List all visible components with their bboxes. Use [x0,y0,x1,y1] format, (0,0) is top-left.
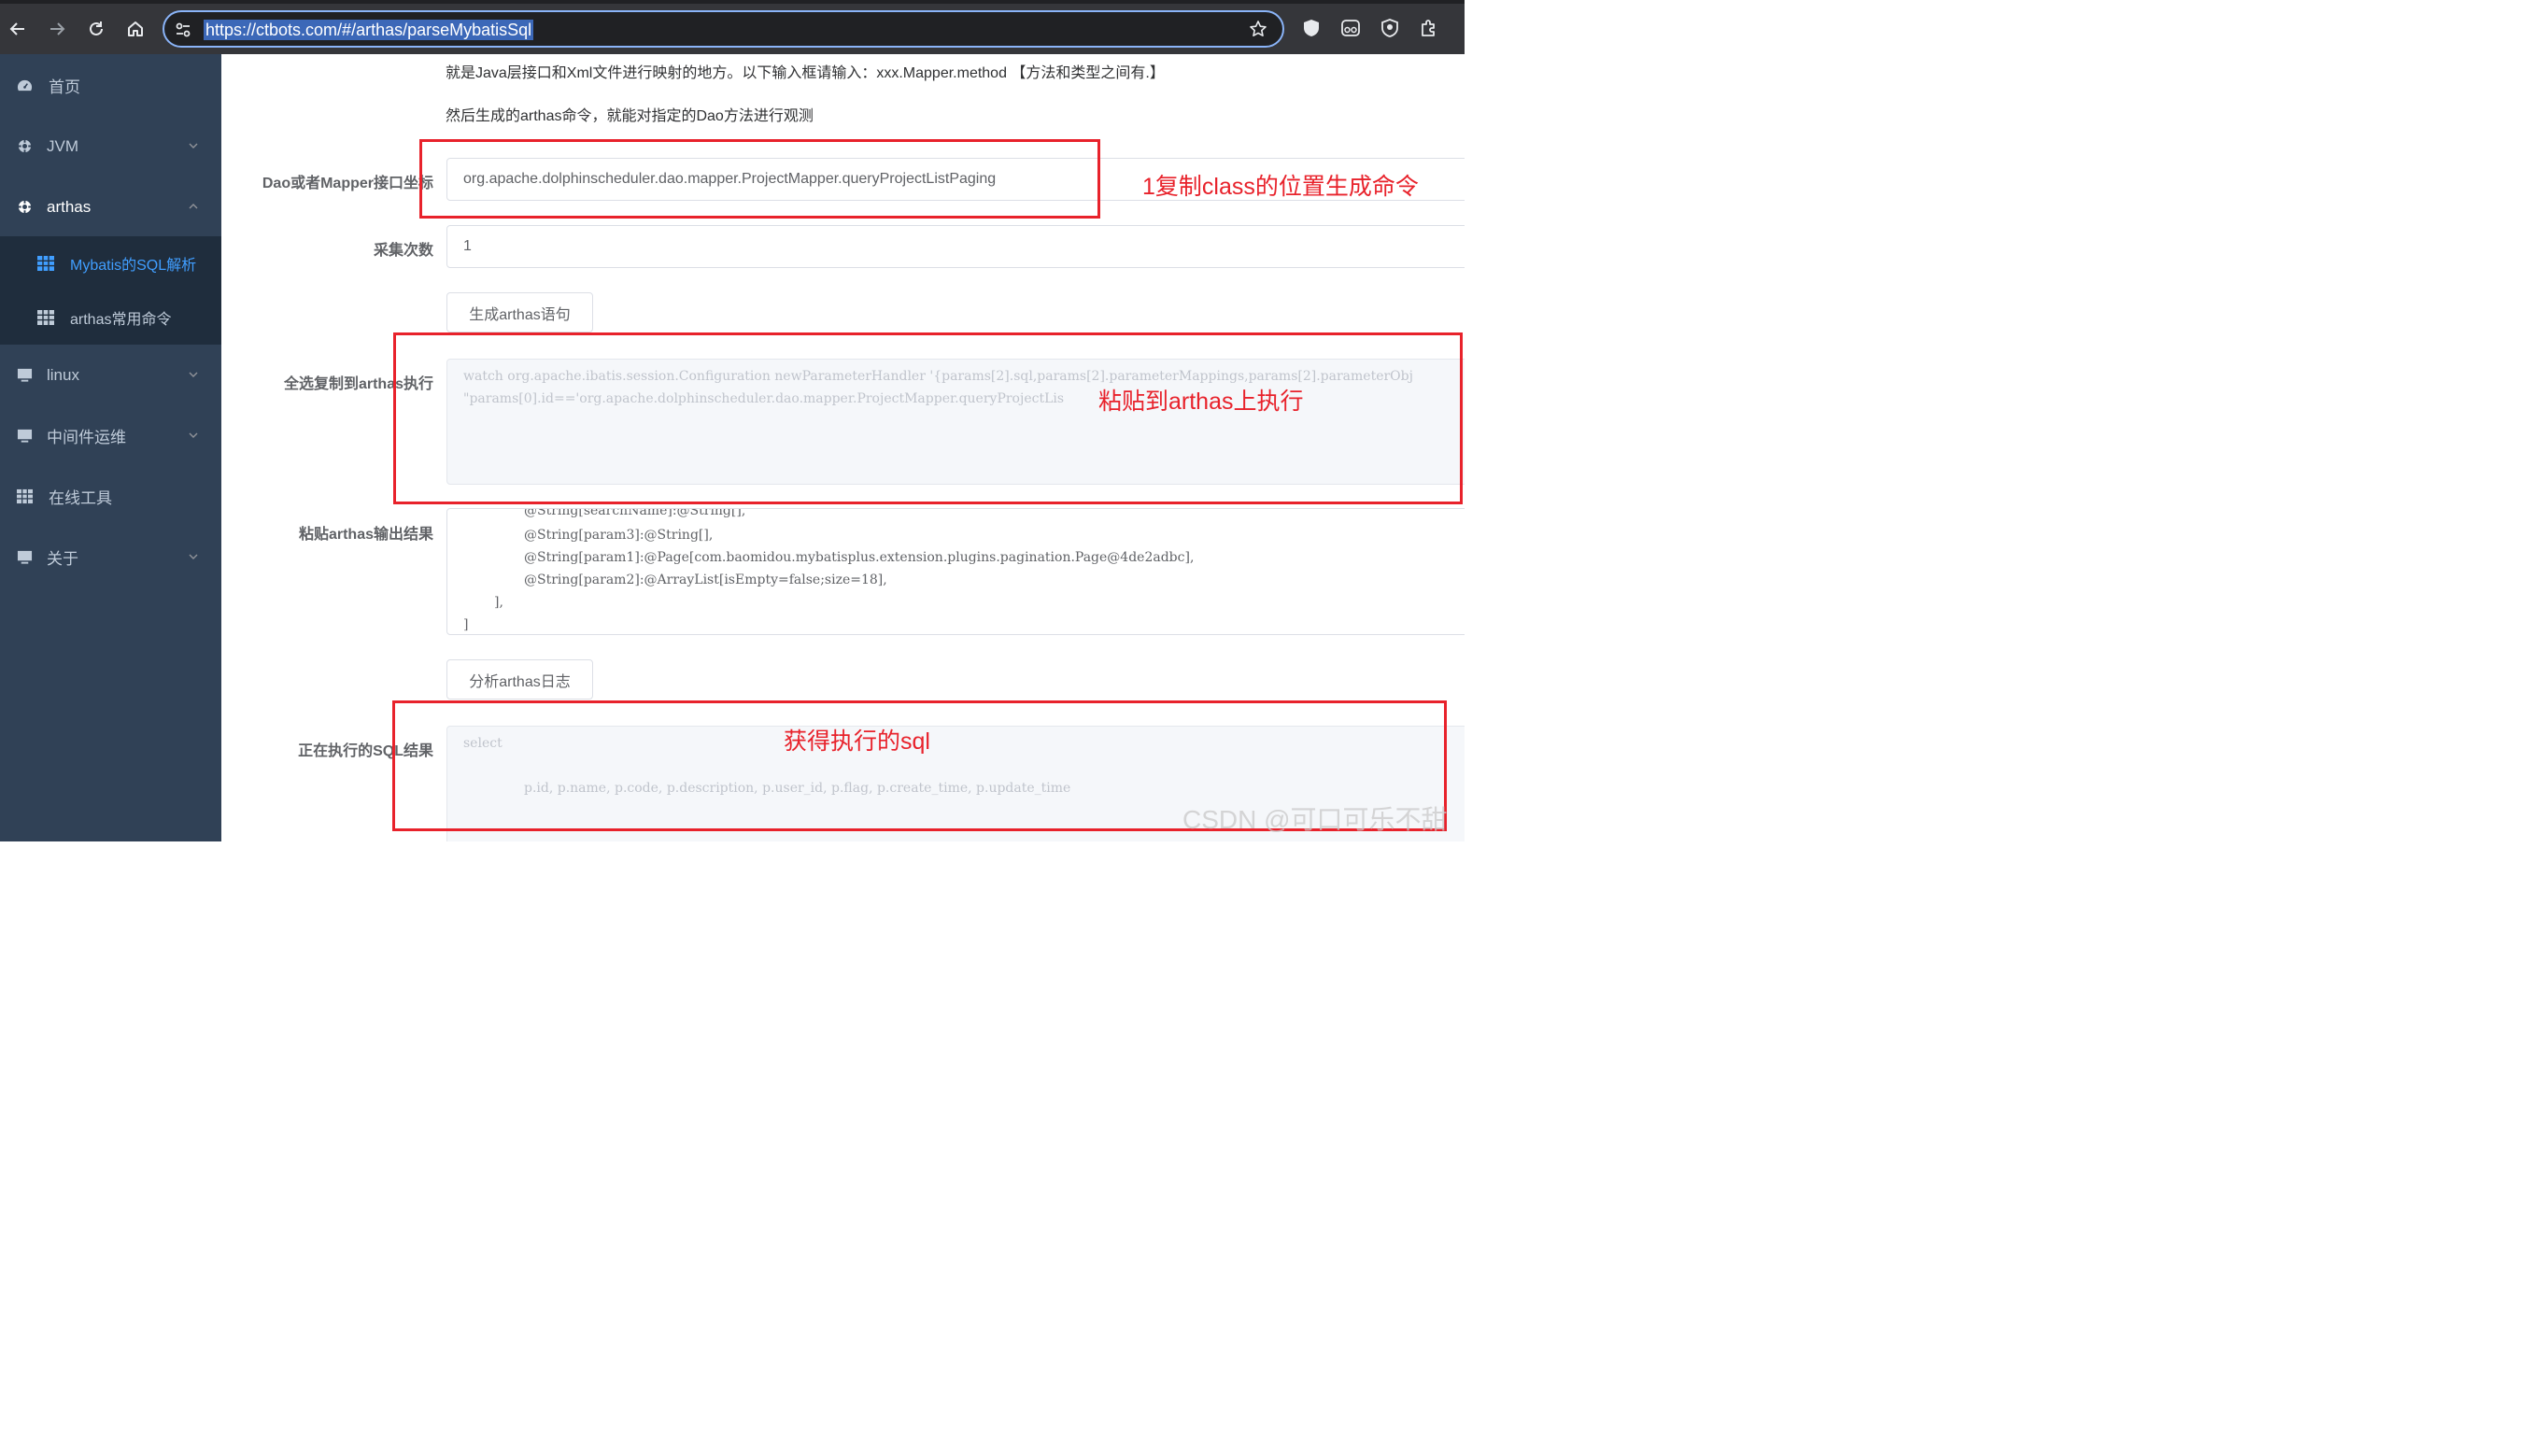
monitor-icon [17,367,33,383]
back-icon [9,22,24,35]
output-label: 粘贴arthas输出结果 [298,527,433,543]
sidebar-item-label: linux [47,365,79,384]
extension-badge-icon[interactable] [1380,18,1400,38]
annotation-note-1: 1复制class的位置生成命令 [1142,174,1419,200]
chevron-down-icon [189,372,198,377]
count-label: 采集次数 [373,243,433,259]
site-settings-icon[interactable] [174,21,192,39]
grid-icon [37,310,54,325]
output-line: ], [494,595,503,610]
sidebar-item-home[interactable]: 首页 [0,55,221,116]
sidebar-item-about[interactable]: 关于 [0,527,221,587]
forward-icon [50,22,65,35]
home-icon [128,21,143,36]
submenu-item-arthas-commands[interactable]: arthas常用命令 [0,290,221,345]
monitor-icon [17,428,33,444]
browser-toolbar: https://ctbots.com/#/arthas/parseMybatis… [0,0,1465,54]
output-line: @String[param2]:@ArrayList[isEmpty=false… [524,573,887,587]
grid-icon [17,488,33,504]
submenu-item-label: Mybatis的SQL解析 [70,258,197,274]
chevron-down-icon [189,432,198,438]
annotation-box-1 [419,139,1100,219]
submenu-item-mybatis-sql[interactable]: Mybatis的SQL解析 [0,236,221,290]
reload-button[interactable] [80,13,112,45]
description-line-2: 然后生成的arthas命令，就能对指定的Dao方法进行观测 [446,108,814,124]
output-line: @String[searchName]:@String[], [524,508,746,518]
dashboard-icon [17,78,33,93]
sidebar-item-online-tools[interactable]: 在线工具 [0,466,221,527]
chevron-down-icon [189,554,198,559]
sidebar-item-jvm[interactable]: JVM [0,116,221,177]
count-input[interactable]: 1 [446,225,1465,268]
bookmark-star-icon[interactable] [1249,20,1267,38]
grid-icon [37,256,54,271]
description-line-1: 就是Java层接口和Xml文件进行映射的地方。以下输入框请输入：xxx.Mapp… [446,65,1165,81]
sidebar-item-arthas[interactable]: arthas [0,177,221,237]
reload-icon [90,21,103,35]
chevron-down-icon [189,143,198,148]
output-textarea[interactable]: @String[searchName]:@String[], @String[p… [446,508,1465,635]
sidebar-item-linux[interactable]: linux [0,345,221,405]
sidebar-item-label: JVM [47,136,78,155]
watermark: CSDN @可口可乐不甜 [1182,805,1448,834]
extension-shield-icon[interactable] [1301,18,1322,38]
sidebar-item-middleware[interactable]: 中间件运维 [0,405,221,466]
sidebar-item-label: 首页 [49,78,80,96]
extension-glasses-icon[interactable] [1340,18,1361,38]
extensions-puzzle-icon[interactable] [1419,18,1439,38]
output-line: @String[param1]:@Page[com.baomidou.mybat… [524,550,1195,565]
output-line: ] [463,617,469,632]
annotation-note-3: 获得执行的sql [784,728,930,755]
sidebar-item-label: 在线工具 [49,489,112,507]
back-button[interactable] [2,13,34,45]
arthas-submenu: Mybatis的SQL解析 arthas常用命令 [0,236,221,345]
mapper-label: Dao或者Mapper接口坐标 [262,176,433,191]
sidebar-item-label: 关于 [47,550,78,568]
chevron-up-icon [189,204,198,209]
home-button[interactable] [120,13,151,45]
cog-icon [17,199,33,215]
cog-icon [17,138,33,154]
monitor-icon [17,549,33,565]
analyze-log-button[interactable]: 分析arthas日志 [446,659,593,700]
sidebar-item-label: arthas [47,197,92,216]
submenu-item-label: arthas常用命令 [70,312,172,328]
sidebar-item-label: 中间件运维 [47,429,126,446]
url-text[interactable]: https://ctbots.com/#/arthas/parseMybatis… [204,20,534,40]
generate-arthas-button[interactable]: 生成arthas语句 [446,292,593,332]
sidebar: 首页 JVM arthas Mybatis的SQL解析 arthas常用命令 l… [0,54,221,841]
address-bar[interactable]: https://ctbots.com/#/arthas/parseMybatis… [163,10,1284,48]
tab-strip-edge [0,0,1465,4]
output-line: @String[param3]:@String[], [524,528,714,543]
annotation-note-2: 粘贴到arthas上执行 [1098,389,1304,415]
forward-button[interactable] [41,13,73,45]
annotation-box-2 [393,332,1463,504]
